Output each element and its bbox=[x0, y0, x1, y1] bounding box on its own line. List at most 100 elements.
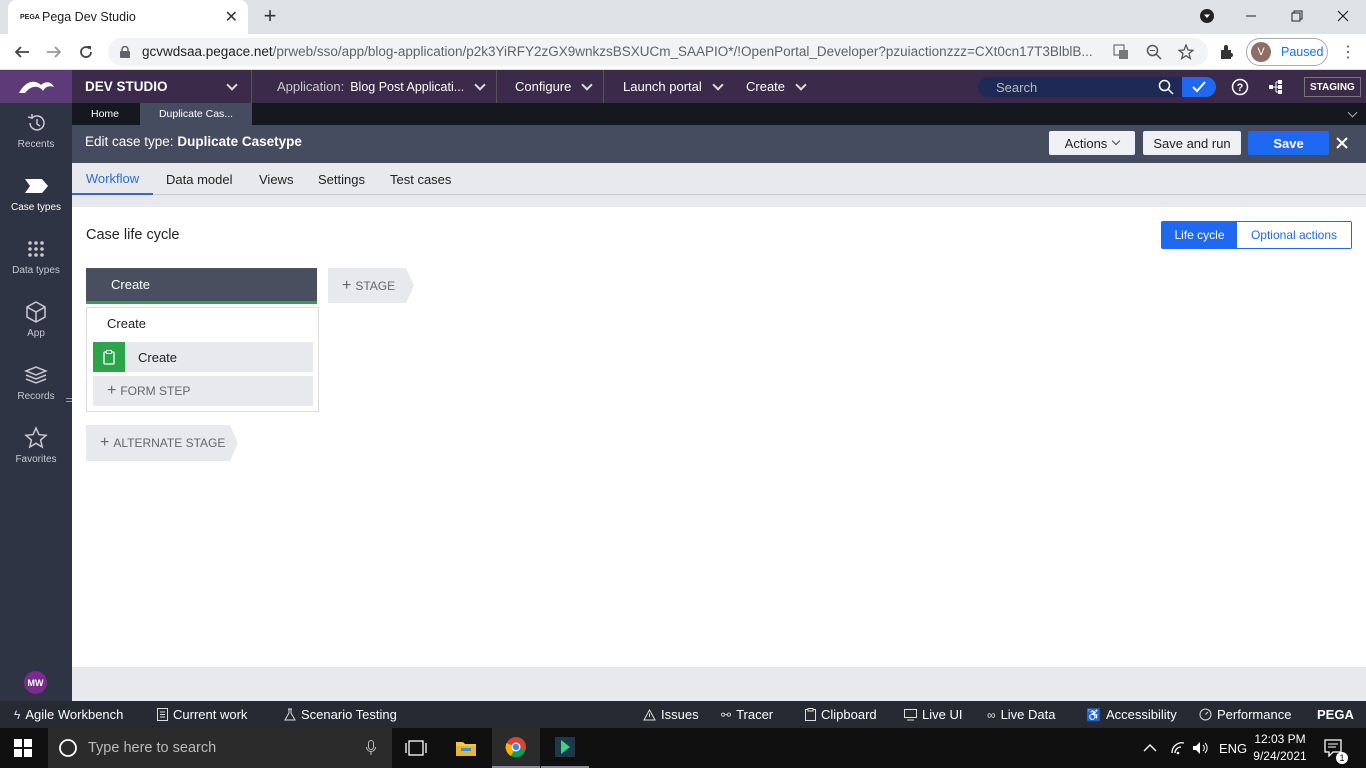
user-avatar[interactable]: MW bbox=[24, 671, 47, 694]
close-tab-icon[interactable]: ✕ bbox=[225, 7, 238, 27]
taskbar-search-placeholder: Type here to search bbox=[88, 740, 217, 756]
add-alternate-stage-button[interactable]: + ALTERNATE STAGE bbox=[86, 425, 238, 461]
tracer-button[interactable]: ⚯ Tracer bbox=[721, 701, 773, 728]
nav-item-data-types[interactable]: Data types bbox=[0, 229, 72, 291]
process-name[interactable]: Create bbox=[107, 316, 146, 331]
clipboard-label: Clipboard bbox=[821, 707, 877, 722]
nav-item-favorites[interactable]: Favorites bbox=[0, 418, 72, 480]
network-icon[interactable] bbox=[1170, 728, 1186, 768]
live-data-button[interactable]: ∞ Live Data bbox=[987, 701, 1055, 728]
zoom-icon[interactable] bbox=[1144, 42, 1164, 62]
studio-switcher[interactable]: DEV STUDIO bbox=[72, 70, 252, 103]
accessibility-button[interactable]: ♿ Accessibility bbox=[1086, 701, 1177, 728]
launch-portal-menu[interactable]: Launch portal bbox=[604, 70, 728, 103]
scenario-testing-button[interactable]: Scenario Testing bbox=[284, 701, 397, 728]
chevron-down-icon bbox=[795, 78, 807, 91]
nav-item-case-types[interactable]: Case types bbox=[0, 166, 72, 228]
chevron-down-icon[interactable] bbox=[1347, 107, 1358, 118]
search-icon[interactable] bbox=[1158, 79, 1174, 95]
tab-data-model[interactable]: Data model bbox=[166, 163, 232, 195]
browser-tab-strip: PEGA Pega Dev Studio ✕ + bbox=[0, 0, 1366, 34]
tab-test-cases[interactable]: Test cases bbox=[390, 163, 451, 195]
browser-menu-icon[interactable] bbox=[1184, 0, 1230, 32]
minimize-icon[interactable] bbox=[1228, 0, 1274, 32]
browser-more-icon[interactable]: ⋮ bbox=[1340, 42, 1356, 62]
workflow-canvas: Case life cycle Life cycle Optional acti… bbox=[72, 207, 1366, 667]
url-field[interactable]: gcvwdsaa.pegace.net/prweb/sso/app/blog-a… bbox=[108, 38, 1208, 66]
app-icon[interactable] bbox=[541, 728, 589, 768]
nav-item-records[interactable]: Records bbox=[0, 355, 72, 417]
life-cycle-toggle-button[interactable]: Life cycle bbox=[1162, 222, 1237, 248]
configure-menu[interactable]: Configure bbox=[497, 70, 604, 103]
create-menu[interactable]: Create bbox=[728, 70, 818, 103]
help-icon[interactable]: ? bbox=[1229, 76, 1251, 98]
browser-tab[interactable]: PEGA Pega Dev Studio ✕ bbox=[8, 0, 248, 34]
browser-tab-title: Pega Dev Studio bbox=[42, 10, 136, 24]
developer-toolbar: ϟ Agile Workbench Current work Scenario T… bbox=[0, 701, 1366, 728]
search-input[interactable]: Search bbox=[978, 77, 1216, 97]
pega-logo-icon[interactable] bbox=[0, 70, 72, 103]
performance-button[interactable]: Performance bbox=[1199, 701, 1291, 728]
close-window-icon[interactable] bbox=[1320, 0, 1366, 32]
close-icon[interactable] bbox=[1335, 136, 1349, 150]
pega-brand: PEGA bbox=[1317, 707, 1354, 722]
svg-text:?: ? bbox=[1237, 82, 1244, 94]
case-type-icon bbox=[23, 172, 49, 200]
tracer-label: Tracer bbox=[736, 707, 774, 722]
volume-icon[interactable] bbox=[1192, 728, 1210, 768]
chrome-icon[interactable] bbox=[492, 728, 540, 768]
language-indicator[interactable]: ENG bbox=[1219, 728, 1247, 768]
chevron-down-icon bbox=[581, 78, 594, 91]
task-view-icon[interactable] bbox=[392, 728, 440, 768]
application-menu[interactable]: Application: Blog Post Applicati... bbox=[252, 70, 497, 103]
bookmark-star-icon[interactable] bbox=[1176, 42, 1196, 62]
save-and-run-button[interactable]: Save and run bbox=[1143, 131, 1241, 155]
tab-views[interactable]: Views bbox=[259, 163, 293, 195]
tab-settings[interactable]: Settings bbox=[318, 163, 365, 195]
profile-button[interactable]: V Paused bbox=[1246, 38, 1328, 66]
address-bar: gcvwdsaa.pegace.net/prweb/sso/app/blog-a… bbox=[0, 34, 1366, 70]
system-clock[interactable]: 12:03 PM 9/24/2021 bbox=[1252, 731, 1308, 765]
clipboard-button[interactable]: Clipboard bbox=[805, 701, 877, 728]
tab-workflow[interactable]: Workflow bbox=[72, 163, 153, 195]
app-explorer-icon[interactable] bbox=[1265, 76, 1287, 98]
microphone-icon[interactable] bbox=[366, 740, 376, 756]
translate-icon[interactable] bbox=[1111, 42, 1131, 62]
nav-item-recents[interactable]: Recents bbox=[0, 103, 72, 165]
launch-portal-label: Launch portal bbox=[623, 79, 702, 94]
actions-button[interactable]: Actions bbox=[1049, 131, 1135, 155]
restore-icon[interactable] bbox=[1274, 0, 1320, 32]
footer-area bbox=[72, 667, 1366, 701]
add-form-step-button[interactable]: + FORM STEP bbox=[93, 376, 313, 406]
nav-item-app[interactable]: App bbox=[0, 292, 72, 354]
doc-tab-home[interactable]: Home bbox=[72, 103, 138, 125]
windows-start-icon[interactable] bbox=[14, 739, 32, 757]
search-confirm-button[interactable] bbox=[1182, 77, 1216, 97]
new-tab-icon[interactable]: + bbox=[258, 3, 282, 29]
back-icon[interactable] bbox=[10, 40, 34, 64]
current-work-button[interactable]: Current work bbox=[157, 701, 247, 728]
live-ui-button[interactable]: Live UI bbox=[904, 701, 962, 728]
doc-tab-duplicate-casetype[interactable]: Duplicate Cas... bbox=[140, 103, 252, 125]
optional-actions-toggle-button[interactable]: Optional actions bbox=[1237, 222, 1351, 248]
file-explorer-icon[interactable] bbox=[442, 728, 490, 768]
nav-label-data-types: Data types bbox=[12, 265, 60, 276]
taskbar-search-input[interactable]: Type here to search bbox=[48, 728, 392, 768]
forward-icon[interactable] bbox=[42, 40, 66, 64]
extensions-icon[interactable] bbox=[1215, 40, 1239, 64]
stage-header[interactable]: Create bbox=[86, 268, 317, 304]
issues-label: Issues bbox=[661, 707, 699, 722]
show-hidden-icons[interactable] bbox=[1143, 728, 1157, 768]
pega-favicon-icon: PEGA bbox=[20, 13, 40, 21]
reload-icon[interactable] bbox=[74, 40, 98, 64]
agile-workbench-button[interactable]: ϟ Agile Workbench bbox=[14, 701, 123, 728]
save-button[interactable]: Save bbox=[1248, 131, 1329, 155]
url-text: gcvwdsaa.pegace.net/prweb/sso/app/blog-a… bbox=[142, 44, 1093, 59]
step-row[interactable]: Create bbox=[93, 342, 313, 372]
live-ui-icon bbox=[904, 708, 917, 720]
add-stage-button[interactable]: + STAGE bbox=[328, 268, 414, 303]
notification-center-icon[interactable]: 1 bbox=[1324, 728, 1348, 768]
issues-button[interactable]: Issues bbox=[643, 701, 699, 728]
add-alternate-stage-label: ALTERNATE STAGE bbox=[113, 436, 226, 450]
plus-icon: + bbox=[100, 434, 110, 451]
